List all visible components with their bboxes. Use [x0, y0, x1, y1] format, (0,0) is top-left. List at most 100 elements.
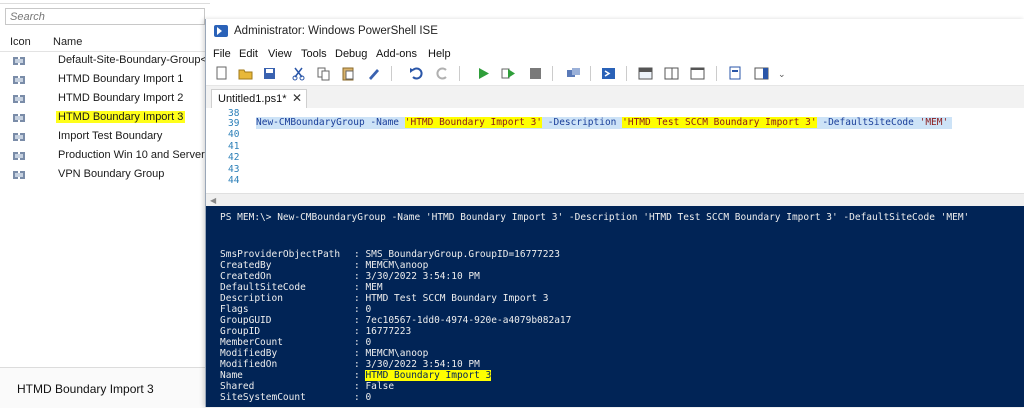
column-header-name[interactable]: Name: [53, 36, 82, 48]
redo-icon[interactable]: [435, 66, 450, 81]
console-prompt-line: PS MEM:\> New-CMBoundaryGroup -Name 'HTM…: [220, 212, 970, 223]
toolbar: ⌄: [206, 63, 1024, 86]
new-remote-tab-icon[interactable]: [566, 66, 581, 81]
list-item-label: Production Win 10 and Servers: [58, 149, 211, 161]
copy-icon[interactable]: [316, 66, 331, 81]
toolbar-separator: [459, 66, 460, 81]
console-output-row-highlighted: Name: HTMD Boundary Import 3: [220, 370, 492, 381]
line-number: 44: [228, 175, 240, 186]
scroll-left-icon[interactable]: ◀: [210, 196, 216, 205]
list-item[interactable]: HTMD Boundary Import 1: [0, 71, 210, 90]
menu-debug[interactable]: Debug: [335, 48, 367, 60]
toolbar-separator: [391, 66, 392, 81]
editor-horizontal-scrollbar[interactable]: ◀: [206, 193, 1024, 207]
code-param-name: -Name: [370, 117, 400, 128]
paste-icon[interactable]: [341, 66, 356, 81]
boundary-group-icon: [13, 114, 25, 122]
line-number: 39: [228, 118, 240, 129]
window-titlebar[interactable]: Administrator: Windows PowerShell ISE: [206, 19, 1024, 45]
stop-icon[interactable]: [528, 66, 543, 81]
list-item-label: Import Test Boundary: [58, 130, 163, 142]
boundary-group-icon: [13, 76, 25, 84]
code-value-site-code: 'MEM': [919, 117, 949, 128]
cut-icon[interactable]: [291, 66, 306, 81]
pane-top-border: [0, 0, 210, 4]
toolbar-separator: [716, 66, 717, 81]
console-output-row: Description: HTMD Test SCCM Boundary Imp…: [220, 293, 549, 304]
code-value-name: 'HTMD Boundary Import 3': [404, 117, 543, 128]
line-number: 40: [228, 129, 240, 140]
layout-script-top-icon[interactable]: [638, 66, 653, 81]
line-number: 41: [228, 141, 240, 152]
powershell-ise-window: Administrator: Windows PowerShell ISE Fi…: [205, 19, 1024, 407]
boundary-group-icon: [13, 57, 25, 65]
search-input[interactable]: Search: [5, 8, 205, 25]
layout-script-right-icon[interactable]: [664, 66, 679, 81]
show-command-addon-icon[interactable]: [754, 66, 769, 81]
new-file-icon[interactable]: [214, 66, 229, 81]
console-output-row: ModifiedOn: 3/30/2022 3:54:10 PM: [220, 359, 480, 370]
window-title: Administrator: Windows PowerShell ISE: [234, 25, 438, 37]
menu-view[interactable]: View: [268, 48, 292, 60]
clear-console-icon[interactable]: [366, 66, 381, 81]
run-selection-icon[interactable]: [501, 66, 516, 81]
list-item[interactable]: VPN Boundary Group: [0, 166, 210, 185]
boundary-group-icon: [13, 95, 25, 103]
configmgr-console-pane: Search Icon Name Default-Site-Boundary-G…: [0, 0, 223, 408]
line-number: 42: [228, 152, 240, 163]
show-command-window-icon[interactable]: [728, 66, 743, 81]
console-output-row: DefaultSiteCode: MEM: [220, 282, 383, 293]
menu-bar: File Edit View Tools Debug Add-ons Help: [206, 46, 1024, 62]
console-output-row: CreatedBy: MEMCM\anoop: [220, 260, 429, 271]
boundary-group-icon: [13, 152, 25, 160]
list-item[interactable]: HTMD Boundary Import 2: [0, 90, 210, 109]
details-pane-title: HTMD Boundary Import 3: [17, 382, 154, 396]
toolbar-separator: [626, 66, 627, 81]
layout-maximized-icon[interactable]: [690, 66, 705, 81]
menu-add-ons[interactable]: Add-ons: [376, 48, 417, 60]
console-output-row: CreatedOn: 3/30/2022 3:54:10 PM: [220, 271, 480, 282]
menu-help[interactable]: Help: [428, 48, 451, 60]
toolbar-overflow-icon[interactable]: ⌄: [778, 69, 786, 80]
close-icon[interactable]: ✕: [292, 91, 302, 105]
toolbar-separator: [552, 66, 553, 81]
list-item-label: HTMD Boundary Import 1: [58, 73, 184, 85]
boundary-group-icon: [13, 171, 25, 179]
console-output-row: MemberCount: 0: [220, 337, 372, 348]
console-output-row: Flags: 0: [220, 304, 372, 315]
console-output-row: SiteSystemCount: 0: [220, 392, 372, 403]
open-folder-icon[interactable]: [238, 66, 253, 81]
list-item[interactable]: Import Test Boundary: [0, 128, 210, 147]
undo-icon[interactable]: [409, 66, 424, 81]
console-output-row: SmsProviderObjectPath: SMS_BoundaryGroup…: [220, 249, 560, 260]
script-editor[interactable]: 38 39 40 41 42 43 44 New-CMBoundaryGroup…: [206, 108, 1024, 193]
list-item[interactable]: Default-Site-Boundary-Group<ME: [0, 52, 223, 71]
column-header-icon[interactable]: Icon: [10, 36, 31, 48]
code-line-selected[interactable]: New-CMBoundaryGroup -Name 'HTMD Boundary…: [256, 117, 953, 129]
script-tab-bar: Untitled1.ps1* ✕: [206, 86, 1024, 108]
details-pane: HTMD Boundary Import 3: [0, 367, 210, 408]
code-param-site-code: -DefaultSiteCode: [822, 117, 914, 128]
console-output-row: GroupID: 16777223: [220, 326, 412, 337]
menu-file[interactable]: File: [213, 48, 231, 60]
code-cmdlet: New-CMBoundaryGroup: [256, 117, 365, 128]
console-pane[interactable]: PS MEM:\> New-CMBoundaryGroup -Name 'HTM…: [206, 206, 1024, 407]
save-icon[interactable]: [262, 66, 277, 81]
code-value-description: 'HTMD Test SCCM Boundary Import 3': [622, 117, 817, 128]
list-item[interactable]: Production Win 10 and Servers: [0, 147, 210, 166]
menu-edit[interactable]: Edit: [239, 48, 258, 60]
run-script-icon[interactable]: [476, 66, 491, 81]
toolbar-separator: [590, 66, 591, 81]
console-output-row: ModifiedBy: MEMCM\anoop: [220, 348, 429, 359]
boundary-group-icon: [13, 133, 25, 141]
list-item-selected[interactable]: HTMD Boundary Import 3: [0, 109, 210, 128]
code-param-description: -Description: [547, 117, 617, 128]
list-item-label: HTMD Boundary Import 2: [58, 92, 184, 104]
line-number: 43: [228, 164, 240, 175]
menu-tools[interactable]: Tools: [301, 48, 327, 60]
list-item-label: VPN Boundary Group: [58, 168, 165, 180]
start-powershell-icon[interactable]: [601, 66, 616, 81]
tab-untitled1[interactable]: Untitled1.ps1* ✕: [211, 89, 307, 108]
list-column-header: Icon Name: [0, 33, 210, 52]
tab-label: Untitled1.ps1*: [218, 93, 287, 105]
